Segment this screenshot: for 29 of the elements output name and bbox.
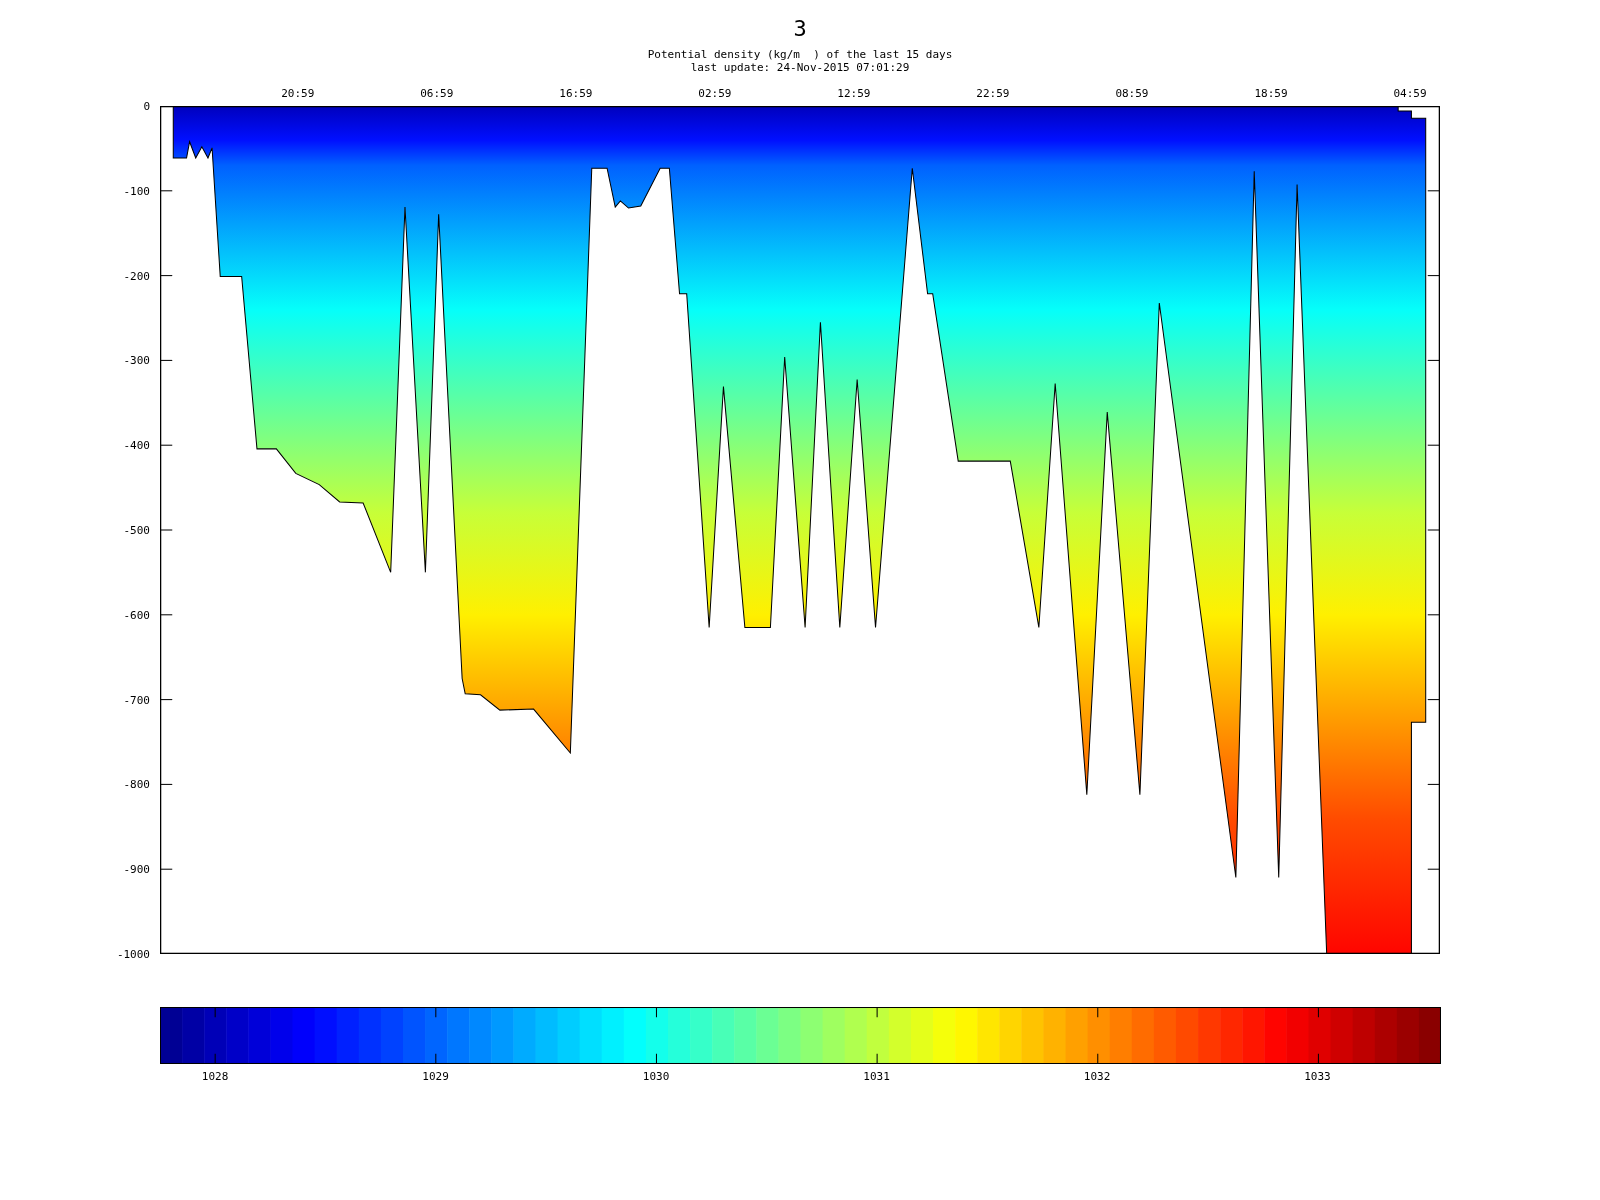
axis-tick-label: -1000 <box>116 947 150 961</box>
axis-tick-label: -800 <box>123 777 150 791</box>
axis-tick-label: -400 <box>123 438 150 452</box>
axis-tick-label: 12:59 <box>837 87 871 100</box>
axis-tick-label: 18:59 <box>1254 87 1288 100</box>
colorbar-tick-label: 1028 <box>201 1070 229 1083</box>
axis-tick-label: 20:59 <box>281 87 315 100</box>
axis-tick-label: 04:59 <box>1393 87 1427 100</box>
update-time: last update: 24-Nov-2015 07:01:29 <box>690 61 910 74</box>
axis-tick-label: -300 <box>123 353 150 367</box>
axis-tick-label: 0 <box>143 99 150 113</box>
axis-tick-label: 02:59 <box>698 87 732 100</box>
axis-tick-label: -500 <box>123 523 150 537</box>
colorbar-tick-label: 1030 <box>642 1070 670 1083</box>
chart-title: 3 <box>793 16 807 42</box>
axis-tick-label: -100 <box>123 184 150 198</box>
colorbar-tick-label: 1033 <box>1304 1070 1331 1083</box>
axis-tick-label: 08:59 <box>1115 87 1149 100</box>
axis-tick-label: -200 <box>123 269 150 283</box>
colorbar-tick-label: 1032 <box>1083 1070 1111 1083</box>
colorbar-tick-label: 1029 <box>422 1070 449 1083</box>
axis-tick-label: -600 <box>123 608 150 622</box>
axis-tick-label: -900 <box>123 862 150 876</box>
axis-tick-label: 06:59 <box>420 87 454 100</box>
axis-tick-label: -700 <box>123 693 150 707</box>
axis-tick-label: 16:59 <box>559 87 593 100</box>
colorbar-tick-label: 1031 <box>863 1070 890 1083</box>
axis-tick-label: 22:59 <box>976 87 1010 100</box>
chart-subtitle: Potential density (kg/m ) of the last 15 days <box>647 48 953 61</box>
